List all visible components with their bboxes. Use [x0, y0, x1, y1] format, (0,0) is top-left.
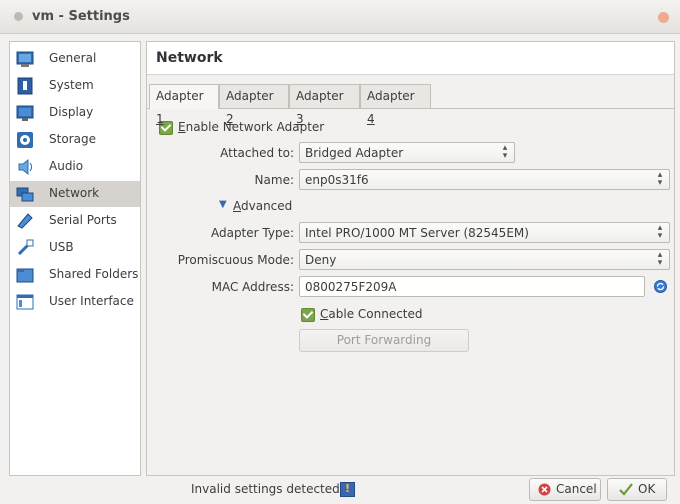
sidebar-item-storage[interactable]: Storage: [10, 127, 140, 153]
name-value: enp0s31f6: [305, 173, 369, 187]
cancel-button[interactable]: Cancel: [529, 478, 601, 501]
sidebar-item-label: General: [49, 51, 97, 65]
advanced-toggle[interactable]: Advanced: [233, 199, 292, 213]
tab-adapter-1[interactable]: Adapter 1: [149, 84, 219, 126]
tab-adapter-4[interactable]: Adapter 4: [360, 84, 431, 126]
cancel-icon: [538, 483, 551, 496]
label-text: nable Network Adapter: [185, 120, 325, 134]
cancel-label: Cancel: [556, 482, 597, 496]
checkmark-icon: [619, 483, 633, 496]
tab-label: Adapter: [367, 89, 415, 103]
tab-label: Adapter: [296, 89, 344, 103]
sidebar-item-network[interactable]: Network: [10, 181, 140, 207]
label-text: able Connected: [328, 307, 423, 321]
window-menu-icon[interactable]: [14, 12, 23, 21]
sidebar-item-label: Display: [49, 105, 94, 119]
warning-icon[interactable]: [340, 482, 355, 497]
adapter-type-select[interactable]: Intel PRO/1000 MT Server (82545EM) ▴ ▾: [299, 222, 670, 243]
refresh-mac-icon[interactable]: [654, 280, 667, 293]
attached-to-label: Attached to:: [220, 146, 294, 160]
name-select[interactable]: enp0s31f6 ▴ ▾: [299, 169, 670, 190]
cable-connected-label[interactable]: Cable Connected: [320, 307, 423, 321]
sidebar-item-general[interactable]: General: [10, 46, 140, 72]
sidebar-item-shared-folders[interactable]: Shared Folders: [10, 262, 140, 288]
storage-icon: [17, 132, 33, 148]
tab-adapter-3[interactable]: Adapter 3: [289, 84, 360, 126]
page-header: Network: [147, 42, 674, 75]
page-title: Network: [156, 50, 223, 66]
sidebar-item-label: Serial Ports: [49, 213, 117, 227]
select-arrows-icon: ▴ ▾: [502, 143, 508, 161]
enable-adapter-label[interactable]: Enable Network Adapter: [178, 120, 324, 134]
mac-address-label: MAC Address:: [211, 280, 294, 294]
display-icon: [16, 105, 34, 121]
tab-adapter-2[interactable]: Adapter 2: [219, 84, 289, 126]
sidebar-item-display[interactable]: Display: [10, 100, 140, 126]
mac-address-value: 0800275F209A: [305, 280, 397, 294]
select-arrows-icon: ▴ ▾: [657, 223, 663, 241]
settings-window: vm - Settings General System Display Sto…: [0, 0, 680, 504]
network-icon: [16, 187, 34, 202]
usb-icon: [17, 239, 34, 256]
select-arrows-icon: ▴ ▾: [657, 250, 663, 268]
ok-button[interactable]: OK: [607, 478, 667, 501]
tab-number: 1: [156, 112, 164, 126]
sidebar-item-label: Shared Folders: [49, 267, 139, 281]
sidebar-item-label: User Interface: [49, 294, 134, 308]
shared-folders-icon: [16, 268, 34, 283]
general-icon: [16, 51, 34, 67]
tab-label: Adapter: [156, 89, 204, 103]
promiscuous-mode-value: Deny: [305, 253, 337, 267]
sidebar-item-serial-ports[interactable]: Serial Ports: [10, 208, 140, 234]
promiscuous-mode-select[interactable]: Deny ▴ ▾: [299, 249, 670, 270]
window-title: vm - Settings: [32, 9, 130, 24]
expand-arrow-icon[interactable]: ▼: [219, 199, 227, 210]
adapter-type-label: Adapter Type:: [210, 226, 294, 240]
select-arrows-icon: ▴ ▾: [657, 170, 663, 188]
system-icon: [17, 77, 33, 95]
mnemonic: A: [233, 199, 241, 213]
network-page: Network Adapter 1 Adapter 2 Adapter 3 Ad…: [146, 41, 675, 476]
user-interface-icon: [16, 294, 34, 310]
serial-ports-icon: [17, 213, 33, 229]
title-bar[interactable]: vm - Settings: [0, 0, 680, 34]
ok-label: OK: [638, 482, 656, 496]
status-text: Invalid settings detected: [191, 482, 340, 496]
sidebar-item-usb[interactable]: USB: [10, 235, 140, 261]
close-window-button[interactable]: [658, 12, 669, 23]
mac-address-input[interactable]: 0800275F209A: [299, 276, 645, 297]
audio-icon: [18, 158, 32, 176]
tab-label: Adapter: [226, 89, 274, 103]
settings-sidebar: General System Display Storage Audio Net…: [9, 41, 141, 476]
sidebar-item-label: System: [49, 78, 94, 92]
promiscuous-mode-label: Promiscuous Mode:: [177, 253, 294, 267]
sidebar-item-system[interactable]: System: [10, 73, 140, 99]
label-text: dvanced: [241, 199, 293, 213]
sidebar-item-label: Storage: [49, 132, 96, 146]
sidebar-item-user-interface[interactable]: User Interface: [10, 289, 140, 315]
sidebar-item-audio[interactable]: Audio: [10, 154, 140, 180]
sidebar-item-label: USB: [49, 240, 74, 254]
cable-connected-checkbox[interactable]: [301, 308, 315, 322]
name-label: Name:: [254, 173, 294, 187]
sidebar-item-label: Network: [49, 186, 100, 200]
sidebar-item-label: Audio: [49, 159, 84, 173]
attached-to-value: Bridged Adapter: [305, 146, 404, 160]
mnemonic: E: [178, 120, 186, 134]
attached-to-select[interactable]: Bridged Adapter ▴ ▾: [299, 142, 515, 163]
adapter-type-value: Intel PRO/1000 MT Server (82545EM): [305, 226, 529, 240]
port-forwarding-button[interactable]: Port Forwarding: [299, 329, 469, 352]
